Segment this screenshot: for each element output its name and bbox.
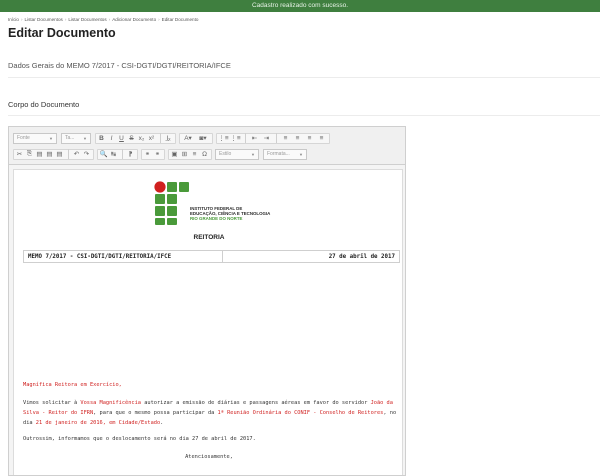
link-group: ⚭ ⚭ — [141, 148, 165, 160]
paste-button[interactable]: ▤ — [35, 149, 44, 160]
toolbar-separator — [160, 133, 161, 143]
cut-button[interactable]: ✂ — [15, 149, 24, 160]
bold-button[interactable]: B — [97, 133, 106, 144]
undo-button[interactable]: ↶ — [72, 149, 81, 160]
toolbar-row-2: ✂ ⎘ ▤ ▤ ▤ ↶ ↷ 🔍 ↹ ⁋ ⚭ ⚭ ▣ ⊞ ≡ Ω Estilo ▼… — [13, 148, 311, 160]
text-segment: , para que o mesmo possa participar da — [93, 410, 218, 416]
document-page[interactable]: INSTITUTO FEDERAL DE EDUCAÇÃO, CIÊNCIA E… — [13, 169, 403, 475]
rich-text-editor: Fonte ▼ Ta... ▼ B I U S x₂ x² I̲ₓ A▾ ◙▾ ⋮≡… — [8, 126, 406, 476]
remove-format-button[interactable]: I̲ₓ — [164, 133, 173, 144]
institution-campus: RIO GRANDE DO NORTE — [190, 216, 243, 221]
find-group: 🔍 ↹ ⁋ — [97, 148, 138, 160]
decrease-indent-button[interactable]: ⇤ — [249, 133, 260, 144]
image-button[interactable]: ▣ — [170, 149, 179, 160]
editor-toolbar: Fonte ▼ Ta... ▼ B I U S x₂ x² I̲ₓ A▾ ◙▾ ⋮≡… — [9, 127, 405, 165]
horizontal-rule-button[interactable]: ≡ — [190, 149, 199, 160]
toolbar-separator — [276, 133, 277, 143]
ifce-logo — [154, 181, 189, 225]
salutation: Magnífica Reitora em Exercício, — [23, 382, 122, 388]
chevron-down-icon: ▼ — [49, 135, 53, 141]
basic-styles-group: B I U S x₂ x² I̲ₓ — [95, 132, 176, 144]
font-combo-label: Fonte — [17, 135, 30, 141]
bulleted-list-button[interactable]: ⋮≡ — [230, 133, 241, 144]
numbered-list-button[interactable]: ⋮≡ — [218, 133, 229, 144]
align-right-button[interactable]: ≡ — [304, 133, 315, 144]
format-combo[interactable]: Formata... ▼ — [263, 148, 307, 160]
list-group: ⋮≡ ⋮≡ ⇤ ⇥ ≡ ≡ ≡ ≡ — [216, 132, 330, 144]
highlight-segment: Vossa Magnificência — [80, 400, 141, 406]
text-color-button[interactable]: A▾ — [181, 133, 195, 144]
closing: Atenciosamente, — [185, 454, 233, 460]
breadcrumb-item-editar-documento: Editar Documento — [161, 17, 199, 22]
insert-group: ▣ ⊞ ≡ Ω — [168, 148, 212, 160]
unlink-icon[interactable]: ⚭ — [153, 149, 162, 160]
strikethrough-button[interactable]: S — [127, 133, 136, 144]
paragraph-travel-date: Outrossim, informamos que o deslocamento… — [23, 436, 256, 442]
page-title: Editar Documento — [8, 26, 116, 40]
breadcrumb-separator: › — [20, 17, 23, 22]
toolbar-row-1: Fonte ▼ Ta... ▼ B I U S x₂ x² I̲ₓ A▾ ◙▾ ⋮≡… — [13, 132, 333, 144]
breadcrumb-separator: › — [64, 17, 67, 22]
color-group: A▾ ◙▾ — [179, 132, 213, 144]
divider — [8, 77, 600, 78]
toolbar-separator — [122, 149, 123, 159]
find-icon[interactable]: 🔍 — [99, 149, 108, 160]
chevron-down-icon: ▼ — [83, 135, 87, 141]
clipboard-group: ✂ ⎘ ▤ ▤ ▤ ↶ ↷ — [13, 148, 94, 160]
breadcrumb-item-adicionar-documento[interactable]: Adicionar Documento — [112, 17, 156, 22]
background-color-button[interactable]: ◙▾ — [196, 133, 210, 144]
text-segment: Vimos solicitar à — [23, 400, 81, 406]
highlight-segment: 1ª Reunião Ordinária do CONIF - Conselho… — [217, 410, 384, 416]
text-segment: autorizar a emissão de diárias e passage… — [141, 400, 371, 406]
link-icon[interactable]: ⚭ — [143, 149, 152, 160]
font-combo[interactable]: Fonte ▼ — [13, 132, 57, 144]
style-combo-label: Estilo — [219, 151, 232, 157]
memo-date: 27 de abril de 2017 — [328, 253, 395, 260]
memo-header-table: MEMO 7/2017 - CSI-DGTI/DGTI/REITORIA/IFC… — [23, 250, 400, 263]
copy-button[interactable]: ⎘ — [25, 149, 34, 160]
justify-button[interactable]: ≡ — [316, 133, 327, 144]
font-size-combo[interactable]: Ta... ▼ — [61, 132, 91, 144]
align-left-button[interactable]: ≡ — [280, 133, 291, 144]
chevron-down-icon: ▼ — [299, 151, 303, 157]
paragraph-request: Vimos solicitar à Vossa Magnificência au… — [23, 398, 403, 428]
align-center-button[interactable]: ≡ — [292, 133, 303, 144]
superscript-button[interactable]: x² — [147, 133, 156, 144]
document-header: REITORIA — [193, 234, 225, 241]
paste-word-button[interactable]: ▤ — [55, 149, 64, 160]
text-segment: . — [160, 420, 164, 426]
table-button[interactable]: ⊞ — [180, 149, 189, 160]
format-combo-label: Formata... — [267, 151, 290, 157]
replace-button[interactable]: ↹ — [109, 149, 118, 160]
toolbar-separator — [245, 133, 246, 143]
chevron-down-icon: ▼ — [251, 151, 255, 157]
institution-name: INSTITUTO FEDERAL DE EDUCAÇÃO, CIÊNCIA E… — [190, 206, 270, 221]
breadcrumb-separator: › — [108, 17, 111, 22]
divider — [8, 115, 600, 116]
memo-id: MEMO 7/2017 - CSI-DGTI/DGTI/REITORIA/IFC… — [24, 251, 223, 262]
subscript-button[interactable]: x₂ — [137, 133, 146, 144]
redo-button[interactable]: ↷ — [82, 149, 91, 160]
breadcrumb: Início › Listar Documentos › Listar Document… — [8, 17, 198, 22]
breadcrumb-item-inicio[interactable]: Início — [8, 17, 19, 22]
show-blocks-button[interactable]: ⁋ — [126, 149, 135, 160]
underline-button[interactable]: U — [117, 133, 126, 144]
special-char-button[interactable]: Ω — [200, 149, 209, 160]
font-size-combo-label: Ta... — [65, 135, 75, 141]
increase-indent-button[interactable]: ⇥ — [261, 133, 272, 144]
italic-button[interactable]: I — [107, 133, 116, 144]
toolbar-separator — [68, 149, 69, 159]
paste-text-button[interactable]: ▤ — [45, 149, 54, 160]
breadcrumb-item-listar-documentos-2[interactable]: Listar Documentos — [68, 17, 106, 22]
success-flash-message: Cadastro realizado com sucesso. — [0, 0, 600, 12]
highlight-segment: 21 de janeiro de 2016, em Cidade/Estado — [35, 420, 161, 426]
style-combo[interactable]: Estilo ▼ — [215, 148, 259, 160]
section-general-data[interactable]: Dados Gerais do MEMO 7/2017 - CSI-DGTI/D… — [8, 61, 231, 70]
section-document-body[interactable]: Corpo do Documento — [8, 100, 79, 109]
breadcrumb-item-listar-documentos[interactable]: Listar Documentos — [25, 17, 63, 22]
breadcrumb-separator: › — [158, 17, 160, 22]
